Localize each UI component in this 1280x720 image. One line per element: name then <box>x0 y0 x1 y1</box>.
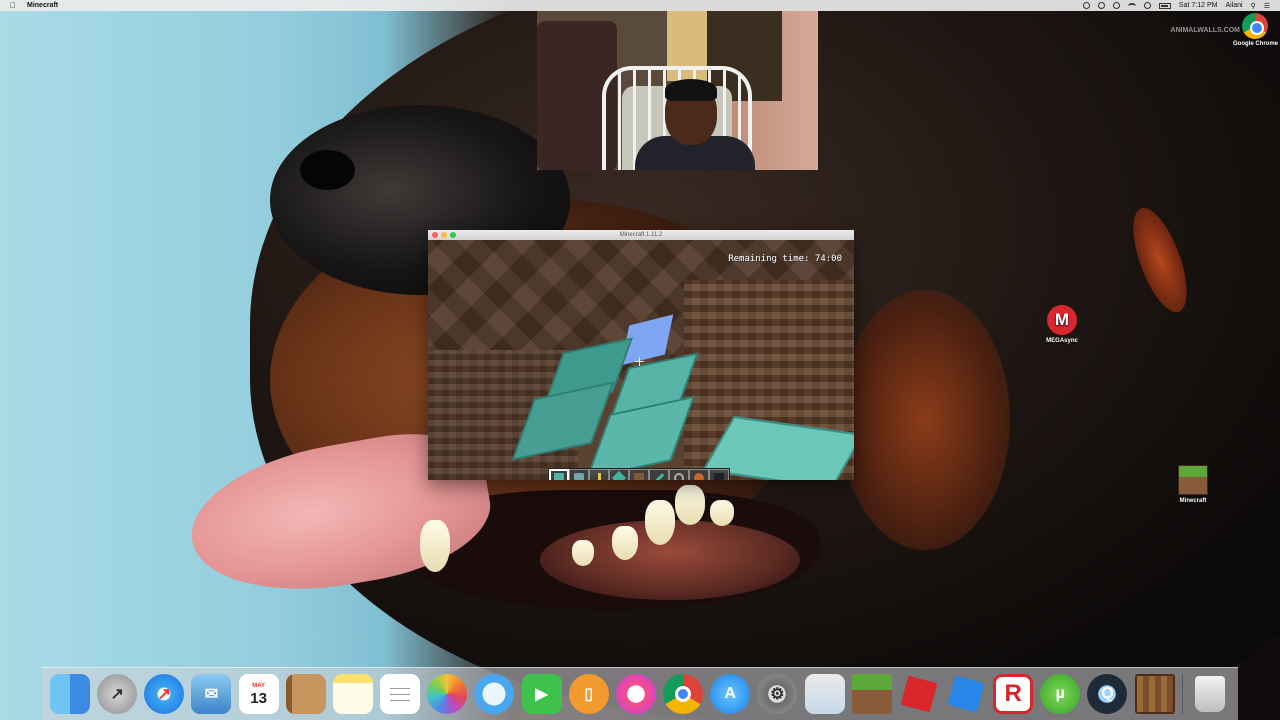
menu-bar:  Minecraft Sat 7:12 PM Ailani ⚲ ☰ <box>0 0 1280 11</box>
zoom-button[interactable] <box>450 232 456 238</box>
dock-utorrent-icon[interactable]: µ <box>1040 674 1081 714</box>
webcam-overlay <box>537 11 818 170</box>
dog-cheek <box>840 290 1010 550</box>
menu-bar-status: Sat 7:12 PM Ailani ⚲ ☰ <box>1082 2 1270 10</box>
dock-launchpad-icon[interactable]: ↗ <box>97 674 138 714</box>
webcam-person-hair <box>665 79 717 101</box>
dog-nostril <box>300 150 355 190</box>
time-machine-icon[interactable] <box>1112 2 1120 9</box>
torch-icon <box>597 473 601 480</box>
wallpaper-watermark: ANIMALWALLS.COM <box>1170 27 1240 34</box>
window-title: Minecraft 1.11.2 <box>619 232 663 238</box>
dog-tooth <box>420 520 450 572</box>
volume-icon[interactable] <box>1143 2 1151 9</box>
game-viewport[interactable]: Remaining time: 74:00 <box>428 240 854 480</box>
desktop-icon-minecraft[interactable]: Minecraft <box>1170 465 1216 504</box>
dock-notes-icon[interactable] <box>332 674 373 714</box>
dog-tooth <box>612 526 638 560</box>
dock-app-store-icon[interactable]: A <box>710 674 751 714</box>
hotbar-slot-6[interactable] <box>649 469 669 480</box>
calendar-day: 13 <box>250 689 267 707</box>
clock[interactable]: Sat 7:12 PM <box>1179 2 1218 9</box>
obsidian-icon <box>714 473 724 480</box>
dock-preview-icon[interactable] <box>804 674 845 714</box>
mega-icon: M <box>1047 305 1077 335</box>
remaining-time-hud: Remaining time: 74:00 <box>728 254 842 264</box>
dock: ↗ ↗ ✉ MAY 13 ▶ ▯ ♫ A ⚙ R µ Q <box>42 667 1238 720</box>
minimize-button[interactable] <box>441 232 447 238</box>
dock-trash-icon[interactable] <box>1190 674 1230 714</box>
wifi-icon[interactable] <box>1127 2 1136 9</box>
dock-separator <box>1181 674 1183 714</box>
food-icon <box>694 473 704 480</box>
desktop-icon-label: Google Chrome <box>1232 41 1278 47</box>
diamond-block-icon <box>554 473 564 480</box>
dog-tooth <box>572 540 594 566</box>
dirt-block-icon <box>634 473 644 480</box>
hotbar-slot-4[interactable] <box>609 469 629 480</box>
hotbar[interactable] <box>548 468 730 480</box>
window-titlebar[interactable]: Minecraft 1.11.2 <box>428 230 854 240</box>
calendar-month: MAY <box>252 682 266 689</box>
trash-icon <box>1194 676 1225 712</box>
dock-quicktime-icon[interactable]: Q <box>1087 674 1128 714</box>
dock-itunes-icon[interactable]: ♫ <box>615 674 656 714</box>
user-status-icon[interactable] <box>1097 2 1105 9</box>
dock-roblox-studio-icon[interactable]: R <box>993 674 1034 714</box>
pickaxe-icon <box>674 473 684 480</box>
user-name[interactable]: Ailani <box>1225 2 1242 9</box>
roblox-blue-icon <box>947 675 985 713</box>
desktop-icon-label: Minecraft <box>1179 498 1207 504</box>
close-button[interactable] <box>432 232 438 238</box>
dock-minecraft-launcher-icon[interactable] <box>1134 674 1175 714</box>
hotbar-slot-3[interactable] <box>589 469 609 480</box>
minecraft-grass-icon <box>1178 465 1208 495</box>
chrome-icon <box>1242 13 1269 39</box>
diamond-icon <box>611 470 627 480</box>
desktop-icon-megasync[interactable]: M MEGAsync <box>1040 305 1084 344</box>
dock-ibooks-icon[interactable]: ▯ <box>568 674 609 714</box>
diamond-ore-icon <box>574 473 584 480</box>
crosshair-icon <box>635 357 644 366</box>
dock-facetime-icon[interactable]: ▶ <box>521 674 562 714</box>
dock-chrome-icon[interactable] <box>663 674 704 714</box>
dock-roblox-blue-icon[interactable] <box>946 674 986 714</box>
dock-reminders-icon[interactable] <box>380 674 421 714</box>
dock-photos-icon[interactable] <box>427 674 468 714</box>
dock-safari-icon[interactable]: ↗ <box>144 674 185 714</box>
minecraft-window[interactable]: Minecraft 1.11.2 Remaining time: 74:00 <box>428 230 854 480</box>
dock-minecraft-icon[interactable] <box>851 674 892 714</box>
hotbar-slot-7[interactable] <box>669 469 689 480</box>
hotbar-slot-9[interactable] <box>709 469 729 480</box>
desktop-icon-chrome[interactable]: Google Chrome <box>1233 13 1278 47</box>
active-app-menu[interactable]: Minecraft <box>27 2 58 9</box>
dock-system-preferences-icon[interactable]: ⚙ <box>757 674 798 714</box>
battery-icon[interactable] <box>1158 2 1171 9</box>
hotbar-slot-1[interactable] <box>549 469 569 480</box>
record-icon[interactable] <box>1082 2 1090 9</box>
dog-tooth <box>710 500 734 526</box>
dock-mail-icon[interactable]: ✉ <box>191 674 232 714</box>
dog-tooth <box>675 485 705 525</box>
roblox-red-icon <box>900 675 938 713</box>
window-controls <box>432 232 456 238</box>
dock-contacts-icon[interactable] <box>285 674 326 714</box>
diamond-sword-icon <box>653 472 665 480</box>
dock-roblox-icon[interactable] <box>899 674 939 714</box>
dock-finder-icon[interactable] <box>50 674 90 714</box>
dog-tooth <box>645 500 675 545</box>
hotbar-slot-2[interactable] <box>569 469 589 480</box>
hotbar-slot-8[interactable] <box>689 469 709 480</box>
desktop-icon-label: MEGAsync <box>1046 338 1078 344</box>
hotbar-slot-5[interactable] <box>629 469 649 480</box>
dock-calendar-icon[interactable]: MAY 13 <box>238 674 279 714</box>
spotlight-icon[interactable]: ⚲ <box>1251 2 1256 10</box>
dock-messages-icon[interactable] <box>474 674 515 714</box>
notification-center-icon[interactable]: ☰ <box>1264 2 1270 10</box>
apple-menu-icon[interactable]:  <box>10 1 18 10</box>
